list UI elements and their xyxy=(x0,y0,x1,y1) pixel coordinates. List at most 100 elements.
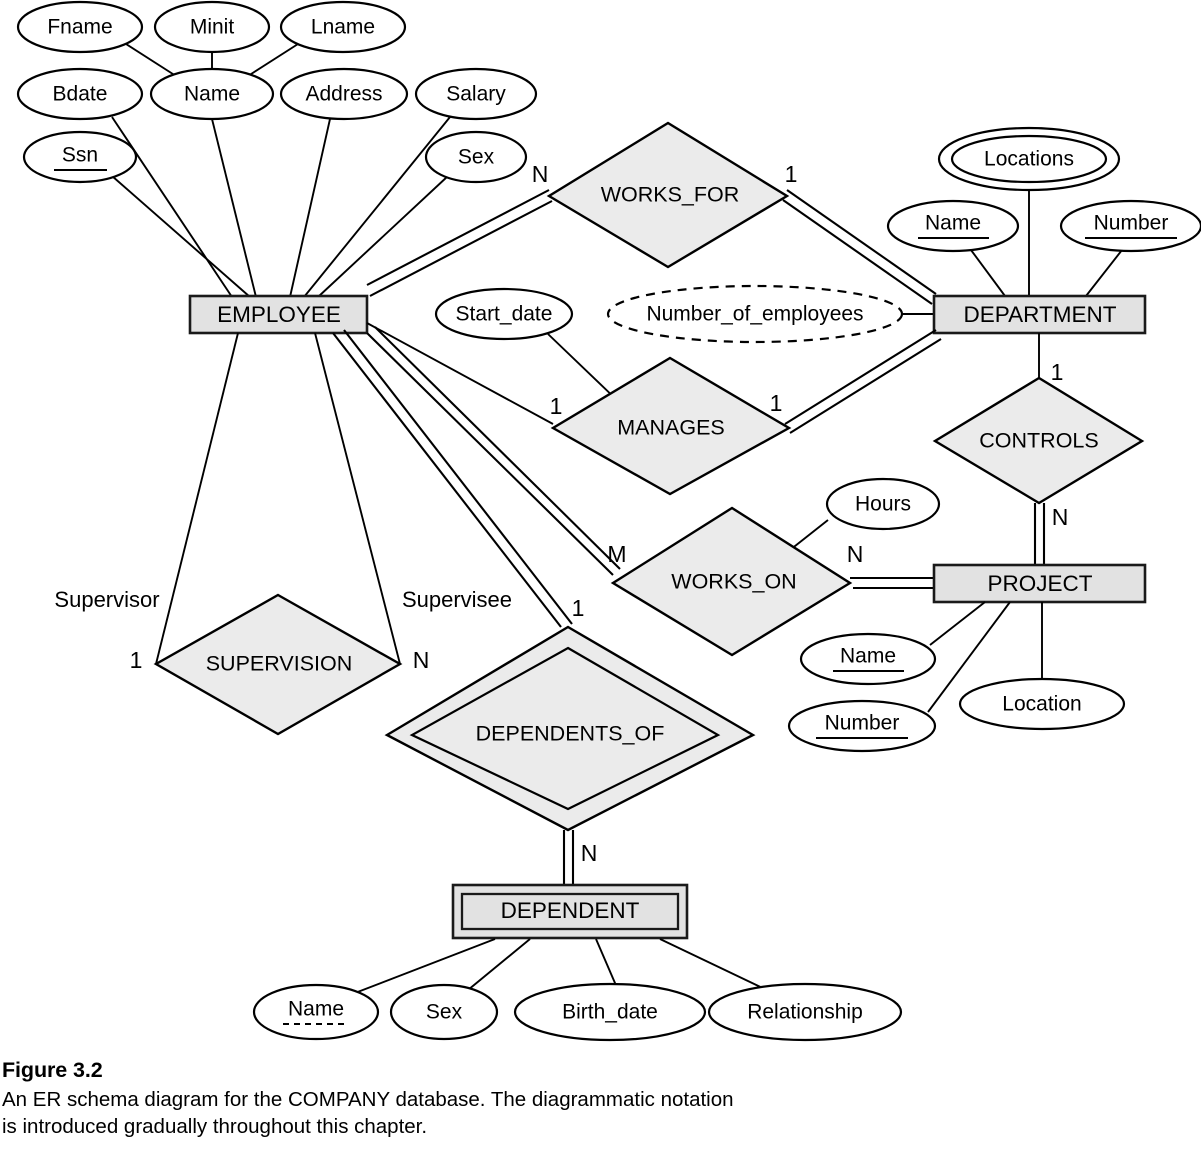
line-employee-supervisor xyxy=(155,332,239,665)
link-employee-works-on xyxy=(366,326,621,576)
relationship-manages-label: MANAGES xyxy=(617,416,725,440)
link-works-on-project xyxy=(850,576,934,590)
line-sex-employee xyxy=(317,175,449,298)
link-employee-works-for xyxy=(366,189,553,297)
cardinality-works-on-employee: M xyxy=(607,541,626,567)
attr-dependent-name-label: Name xyxy=(288,998,344,1021)
relationship-manages: MANAGES xyxy=(550,356,792,496)
entity-employee: EMPLOYEE xyxy=(188,294,369,335)
line-employee-depof-a xyxy=(332,332,562,628)
relationship-controls-label: CONTROLS xyxy=(979,429,1098,453)
attr-address-label: Address xyxy=(305,83,382,106)
figure-caption: Figure 3.2 An ER schema diagram for the … xyxy=(2,1058,902,1140)
relationship-works-on-label: WORKS_ON xyxy=(671,570,796,594)
entity-department: DEPARTMENT xyxy=(932,294,1147,335)
line-employee-workson-b xyxy=(374,326,621,570)
attr-project-location: Location xyxy=(958,677,1126,731)
attr-lname-label: Lname xyxy=(311,16,375,39)
attr-minit: Minit xyxy=(153,0,271,54)
link-dependents-of-dependent xyxy=(562,830,575,886)
relationship-dependents-of: DEPENDENTS_OF xyxy=(384,625,756,832)
figure-caption-line2: is introduced gradually throughout this … xyxy=(2,1115,428,1139)
attr-project-location-label: Location xyxy=(1002,693,1081,716)
cardinality-dependents-of-employee: 1 xyxy=(572,595,585,621)
relationship-supervision-label: SUPERVISION xyxy=(206,652,353,676)
attr-fname-label: Fname xyxy=(47,16,112,39)
line-fname-name xyxy=(125,43,177,77)
line-manages-dept-b xyxy=(789,338,942,434)
entity-project: PROJECT xyxy=(932,563,1147,604)
attr-project-number-label: Number xyxy=(825,712,900,735)
attr-hours-label: Hours xyxy=(855,493,911,516)
line-employee-supervisee xyxy=(314,332,401,665)
line-salary-employee xyxy=(303,116,451,298)
figure-caption-line1: An ER schema diagram for the COMPANY dat… xyxy=(2,1088,734,1111)
attr-fname: Fname xyxy=(16,0,144,54)
cardinality-controls-department: 1 xyxy=(1051,359,1064,385)
line-projname-project xyxy=(929,601,986,646)
link-employee-dependents-of xyxy=(332,329,573,628)
entity-employee-label: EMPLOYEE xyxy=(217,302,341,327)
relationship-dependents-of-label: DEPENDENTS_OF xyxy=(476,722,665,746)
line-employee-workson-a xyxy=(366,332,614,576)
attr-employee-name-label: Name xyxy=(184,83,240,106)
attr-address: Address xyxy=(279,67,409,121)
cardinality-supervision-supervisee: N xyxy=(413,647,430,673)
attr-locations-label: Locations xyxy=(984,148,1074,171)
attr-employee-name: Name xyxy=(149,67,275,121)
attr-dependent-sex-label: Sex xyxy=(426,1001,463,1024)
attr-salary-label: Salary xyxy=(446,83,506,106)
line-bdate-employee xyxy=(111,116,233,298)
relationship-works-for: WORKS_FOR xyxy=(546,121,790,269)
er-diagram-canvas: Fname Minit Lname Bdate Name Address Sal… xyxy=(16,0,1201,1042)
figure-caption-title: Figure 3.2 xyxy=(2,1058,103,1082)
entity-dependent: DEPENDENT xyxy=(451,883,689,940)
line-deprelationship-dependent xyxy=(659,938,774,994)
attr-bdate-label: Bdate xyxy=(53,83,108,106)
attr-minit-label: Minit xyxy=(190,16,235,39)
attr-start-date: Start_date xyxy=(434,287,574,341)
cardinality-supervision-supervisor: 1 xyxy=(130,647,143,673)
attr-dependent-birth-date-label: Birth_date xyxy=(562,1001,658,1024)
line-address-employee xyxy=(289,118,331,298)
line-deptnumber-department xyxy=(1085,249,1123,297)
cardinality-works-for-department: 1 xyxy=(785,161,798,187)
attr-dependent-sex: Sex xyxy=(389,983,499,1041)
attr-ssn: Ssn xyxy=(22,130,138,184)
attr-project-name: Name xyxy=(799,632,937,686)
attr-department-number-label: Number xyxy=(1094,212,1169,235)
entity-department-label: DEPARTMENT xyxy=(964,302,1117,327)
line-lname-name xyxy=(247,43,299,77)
link-controls-project xyxy=(1033,503,1046,566)
cardinality-dependents-of-dependent: N xyxy=(581,840,598,866)
attr-department-name: Name xyxy=(886,199,1020,253)
attr-dependent-relationship: Relationship xyxy=(707,982,903,1042)
relationship-works-for-label: WORKS_FOR xyxy=(601,183,740,207)
attr-project-name-label: Name xyxy=(840,645,896,668)
attr-number-of-employees: Number_of_employees xyxy=(606,284,904,344)
line-ssn-employee xyxy=(111,175,251,298)
attr-project-number: Number xyxy=(787,699,937,753)
attr-sex-label: Sex xyxy=(458,146,495,169)
cardinality-works-for-employee: N xyxy=(532,161,549,187)
attr-department-number: Number xyxy=(1059,199,1201,253)
attr-locations: Locations xyxy=(937,126,1121,192)
relationship-controls: CONTROLS xyxy=(932,376,1145,505)
attr-dependent-birth-date: Birth_date xyxy=(513,982,707,1042)
role-supervisee-label: Supervisee xyxy=(402,587,512,612)
attr-start-date-label: Start_date xyxy=(456,303,553,326)
cardinality-works-on-project: N xyxy=(847,541,864,567)
role-supervisor-label: Supervisor xyxy=(54,587,159,612)
attr-salary: Salary xyxy=(414,67,538,121)
er-diagram-figure: Fname Minit Lname Bdate Name Address Sal… xyxy=(0,0,1201,1158)
link-manages-department xyxy=(784,329,942,434)
cardinality-manages-employee: 1 xyxy=(550,393,563,419)
attr-lname: Lname xyxy=(279,0,407,54)
attr-department-name-label: Name xyxy=(925,212,981,235)
line-deptname-department xyxy=(970,249,1006,297)
attr-ssn-label: Ssn xyxy=(62,144,98,167)
attr-bdate: Bdate xyxy=(16,67,144,121)
entity-project-label: PROJECT xyxy=(987,571,1092,596)
cardinality-manages-department: 1 xyxy=(770,390,783,416)
line-works-for-b xyxy=(369,200,553,297)
